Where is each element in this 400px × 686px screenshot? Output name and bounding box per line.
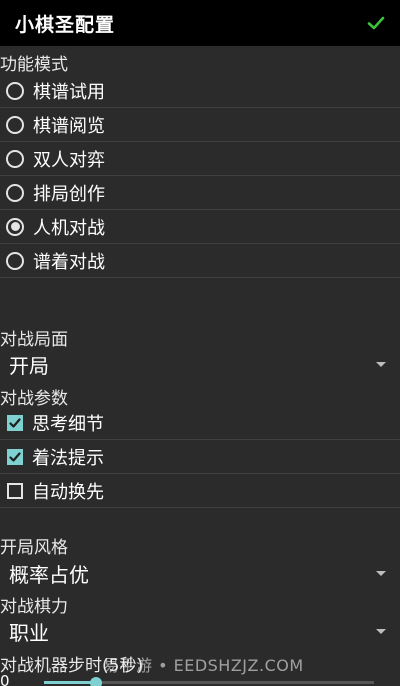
radio-button-0[interactable] (6, 81, 24, 100)
check-icon-glyph (367, 16, 385, 30)
mode-option-1[interactable]: 棋谱阅览 (0, 108, 400, 142)
check-icon[interactable] (366, 13, 386, 33)
param-option-1[interactable]: 着法提示 (0, 440, 400, 474)
param-option-label: 着法提示 (32, 447, 104, 469)
mode-option-4[interactable]: 人机对战 (0, 210, 400, 244)
steptime-slider-thumb[interactable] (90, 677, 102, 686)
dropdown-arrow-icon (376, 628, 386, 634)
radio-button-5[interactable] (6, 251, 24, 270)
steptime-slider-fill (44, 681, 96, 684)
checkmark-icon (9, 451, 21, 462)
style-section-label: 开局风格 (0, 538, 68, 558)
param-option-label: 自动换先 (32, 481, 104, 503)
mode-option-label: 人机对战 (33, 217, 105, 239)
style-dropdown[interactable]: 概率占优 (0, 556, 400, 590)
mode-option-label: 棋谱试用 (33, 81, 105, 103)
radio-button-4[interactable] (6, 217, 24, 236)
checkbox-0[interactable] (7, 414, 23, 431)
mode-option-0[interactable]: 棋谱试用 (0, 74, 400, 108)
mode-option-5[interactable]: 谱着对战 (0, 244, 400, 278)
steptime-slider-value: 0 (0, 672, 10, 686)
checkbox-2[interactable] (7, 482, 23, 499)
radio-button-2[interactable] (6, 149, 24, 168)
mode-option-label: 排局创作 (33, 183, 105, 205)
watermark-text: 易手游 • EEDSHZJZ.COM (103, 656, 304, 675)
param-option-0[interactable]: 思考细节 (0, 406, 400, 440)
mode-option-2[interactable]: 双人对弈 (0, 142, 400, 176)
dropdown-arrow-icon (376, 570, 386, 576)
mode-option-label: 双人对弈 (33, 149, 105, 171)
board-dropdown-value: 开局 (9, 353, 49, 378)
checkmark-icon (9, 417, 21, 428)
mode-option-label: 谱着对战 (33, 251, 105, 273)
strength-dropdown-value: 职业 (9, 620, 49, 645)
radio-button-1[interactable] (6, 115, 24, 134)
mode-section-label: 功能模式 (0, 55, 68, 75)
dropdown-arrow-icon (376, 361, 386, 367)
title-bar: 小棋圣配置 (0, 0, 400, 46)
strength-dropdown[interactable]: 职业 (0, 614, 400, 648)
param-option-label: 思考细节 (32, 413, 104, 435)
param-option-2[interactable]: 自动换先 (0, 474, 400, 508)
mode-option-3[interactable]: 排局创作 (0, 176, 400, 210)
page-title: 小棋圣配置 (15, 13, 116, 36)
board-dropdown[interactable]: 开局 (0, 347, 400, 381)
config-screen: 小棋圣配置 功能模式 棋谱试用 棋谱阅览 双人对弈 排局创作 人机对战 谱着对战… (0, 0, 400, 686)
radio-button-3[interactable] (6, 183, 24, 202)
mode-option-label: 棋谱阅览 (33, 115, 105, 137)
checkbox-1[interactable] (7, 448, 23, 465)
style-dropdown-value: 概率占优 (9, 562, 89, 587)
